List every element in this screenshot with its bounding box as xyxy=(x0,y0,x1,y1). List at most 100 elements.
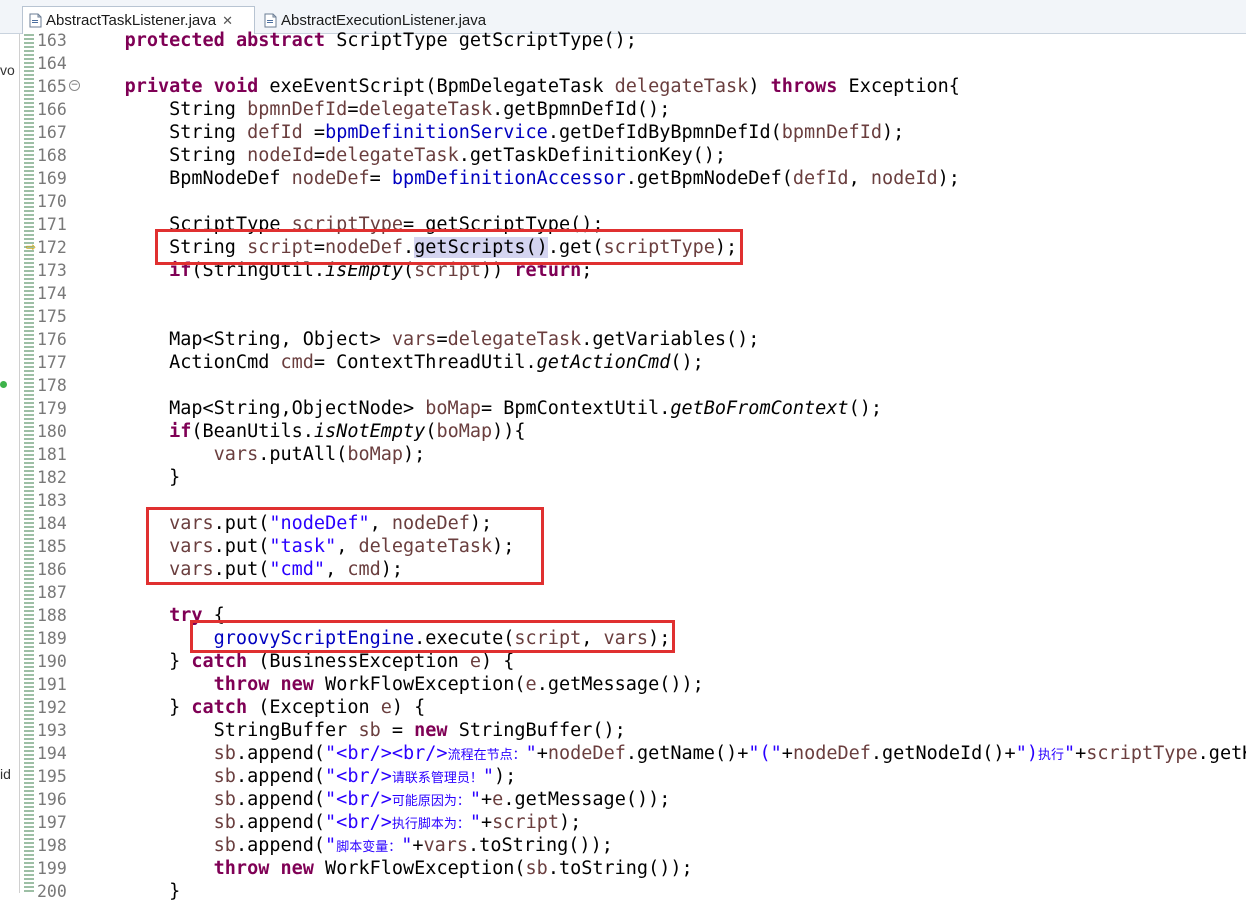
code-token: (Exception xyxy=(247,697,381,718)
line-number: 195 xyxy=(37,767,67,786)
code-token: } xyxy=(80,651,192,672)
line-number: 178 xyxy=(37,376,67,395)
code-token: ); xyxy=(937,168,960,189)
line-number: 197 xyxy=(37,813,67,832)
line-number: 176 xyxy=(37,330,67,349)
code-token: (); xyxy=(848,398,882,419)
code-token: + xyxy=(536,743,548,764)
code-line[interactable]: ActionCmd cmd= ContextThreadUtil.getActi… xyxy=(80,351,704,374)
line-number: 174 xyxy=(37,284,67,303)
code-token: " xyxy=(469,812,482,833)
code-line[interactable]: BpmNodeDef nodeDef= bpmDefinitionAccesso… xyxy=(80,167,960,190)
code-token: bpmnDefId xyxy=(781,122,882,143)
code-line[interactable]: sb.append("<br/>可能原因为："+e.getMessage()); xyxy=(80,788,671,811)
code-token: defId xyxy=(792,168,849,189)
code-line[interactable]: throw new WorkFlowException(e.getMessage… xyxy=(80,673,704,696)
code-line[interactable]: String nodeId=delegateTask.getTaskDefini… xyxy=(80,144,726,167)
code-token: scriptType xyxy=(1086,743,1198,764)
code-line[interactable]: if(BeanUtils.isNotEmpty(boMap)){ xyxy=(80,420,525,443)
code-token: nodeDef xyxy=(792,743,871,764)
code-line[interactable]: String defId =bpmDefinitionService.getDe… xyxy=(80,121,904,144)
code-token: StringBuffer xyxy=(80,720,359,741)
code-token: private xyxy=(124,76,203,97)
code-line[interactable]: vars.putAll(boMap); xyxy=(80,443,426,466)
panel-label-bottom: id xyxy=(0,766,11,782)
code-line[interactable]: sb.append("脚本变量："+vars.toString()); xyxy=(80,834,613,857)
code-token: bpmDefinitionService xyxy=(325,122,548,143)
code-token: script xyxy=(492,812,559,833)
code-token: .getMessage()); xyxy=(536,674,704,695)
code-token: WorkFlowException( xyxy=(313,858,526,879)
occurrence-marker-icon: ⇨ xyxy=(26,240,37,254)
change-ruler xyxy=(24,34,34,893)
code-token: Map<String,ObjectNode> xyxy=(80,398,426,419)
code-token: , xyxy=(848,168,871,189)
code-token: = xyxy=(347,99,359,120)
code-token: sb xyxy=(213,743,236,764)
code-token: = BpmContextUtil. xyxy=(480,398,671,419)
code-token: bpmnDefId xyxy=(247,99,348,120)
code-line[interactable]: protected abstract ScriptType getScriptT… xyxy=(80,29,637,52)
code-token: ) { xyxy=(391,697,426,718)
code-token: (BusinessException xyxy=(247,651,470,672)
code-line[interactable]: } catch (BusinessException e) { xyxy=(80,650,514,673)
code-line[interactable]: sb.append("<br/>请联系管理员！"); xyxy=(80,765,517,788)
code-token: .getNodeId()+ xyxy=(870,743,1016,764)
code-line[interactable]: } xyxy=(80,466,180,489)
line-number: 194 xyxy=(37,744,67,763)
line-number: 193 xyxy=(37,721,67,740)
code-token: 可能原因为： xyxy=(391,794,470,809)
code-line[interactable]: Map<String,ObjectNode> boMap= BpmContext… xyxy=(80,397,882,420)
code-token: ) { xyxy=(481,651,515,672)
code-line[interactable]: private void exeEventScript(BpmDelegateT… xyxy=(80,75,960,98)
code-token: boMap xyxy=(347,444,404,465)
code-line[interactable]: sb.append("<br/><br/>流程在节点："+nodeDef.get… xyxy=(80,742,1246,765)
code-token: "<br/><br/> xyxy=(325,743,448,764)
code-token: ); xyxy=(403,444,426,465)
line-number: 187 xyxy=(37,583,67,602)
code-token: vars xyxy=(423,835,469,856)
java-file-icon xyxy=(264,13,277,28)
code-token: " xyxy=(325,835,337,856)
code-token: sb xyxy=(213,835,236,856)
code-line[interactable]: } catch (Exception e) { xyxy=(80,696,425,719)
code-line[interactable]: } xyxy=(80,880,180,903)
line-number: 171 xyxy=(37,215,67,234)
line-number: 165 xyxy=(37,77,67,96)
code-token: abstract xyxy=(235,30,326,51)
code-token: throw xyxy=(213,674,270,695)
code-token: ); xyxy=(881,122,905,143)
code-line[interactable]: sb.append("<br/>执行脚本为："+script); xyxy=(80,811,582,834)
line-number: 185 xyxy=(37,537,67,556)
code-token: nodeDef xyxy=(291,168,370,189)
code-token: .getDefIdByBpmnDefId( xyxy=(547,122,782,143)
code-token: "<br/> xyxy=(325,766,392,787)
line-number: 198 xyxy=(37,836,67,855)
code-line[interactable]: String bpmnDefId=delegateTask.getBpmnDef… xyxy=(80,98,670,121)
code-token: ScriptType getScriptType(); xyxy=(325,30,637,51)
code-token: StringBuffer(); xyxy=(447,720,626,741)
code-token: = xyxy=(436,329,448,350)
code-token: .append( xyxy=(235,743,326,764)
close-icon[interactable]: ✕ xyxy=(222,13,233,29)
code-token: bpmDefinitionAccessor xyxy=(391,168,626,189)
code-token: vars xyxy=(391,329,437,350)
code-line[interactable]: throw new WorkFlowException(sb.toString(… xyxy=(80,857,693,880)
code-token: new xyxy=(414,720,448,741)
code-token: throws xyxy=(770,76,838,97)
line-number: 182 xyxy=(37,468,67,487)
code-line[interactable]: StringBuffer sb = new StringBuffer(); xyxy=(80,719,626,742)
line-number: 199 xyxy=(37,859,67,878)
code-token: sb xyxy=(213,766,236,787)
code-token: .getKey() xyxy=(1197,743,1246,764)
code-token: = xyxy=(380,720,415,741)
code-line[interactable]: Map<String, Object> vars=delegateTask.ge… xyxy=(80,328,759,351)
code-token: (); xyxy=(670,352,704,373)
line-number: 200 xyxy=(37,882,67,901)
